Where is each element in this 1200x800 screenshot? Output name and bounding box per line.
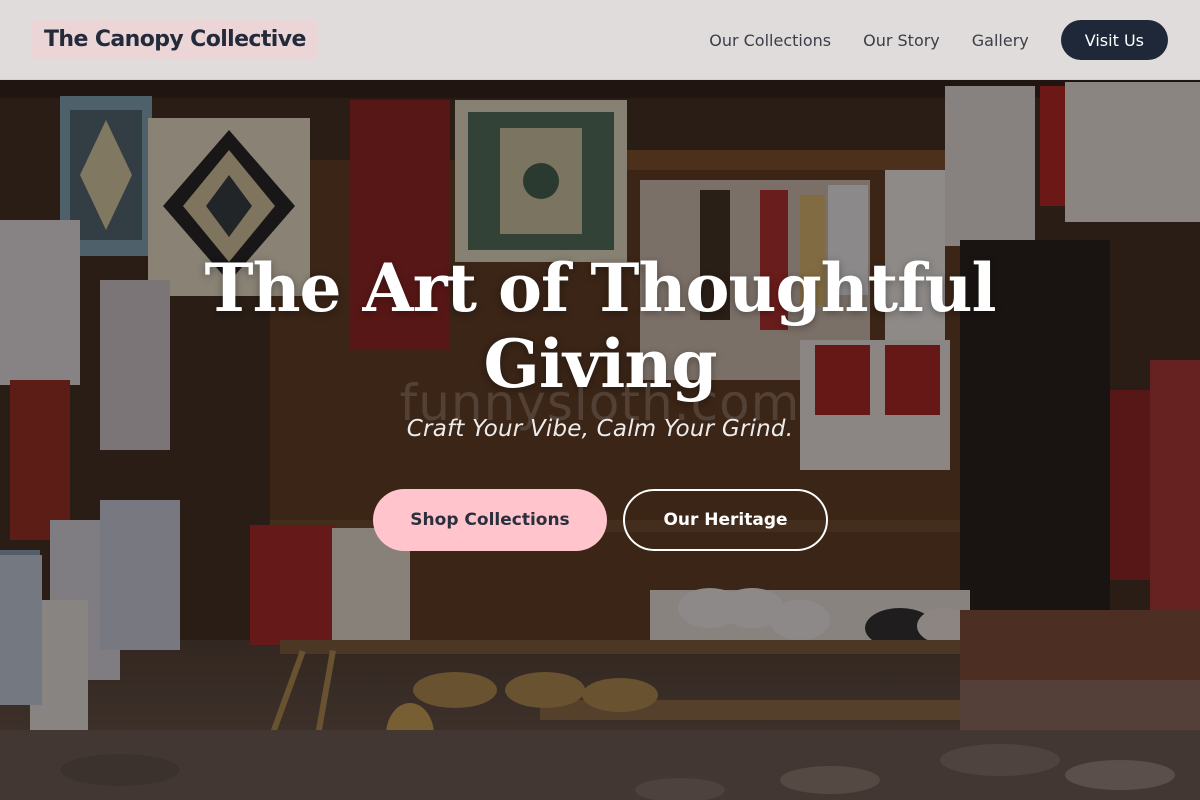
hero-subtitle: Craft Your Vibe, Calm Your Grind.	[406, 416, 794, 442]
main-nav: Our Collections Our Story Gallery Visit …	[709, 0, 1168, 80]
nav-link-gallery[interactable]: Gallery	[972, 31, 1029, 50]
shop-collections-button[interactable]: Shop Collections	[373, 489, 607, 551]
our-heritage-button[interactable]: Our Heritage	[623, 489, 828, 551]
site-header: The Canopy Collective Our Collections Ou…	[0, 0, 1200, 80]
nav-link-our-collections[interactable]: Our Collections	[709, 31, 831, 50]
brand-logo[interactable]: The Canopy Collective	[32, 20, 318, 60]
visit-us-button[interactable]: Visit Us	[1060, 20, 1168, 60]
nav-link-our-story[interactable]: Our Story	[863, 31, 940, 50]
